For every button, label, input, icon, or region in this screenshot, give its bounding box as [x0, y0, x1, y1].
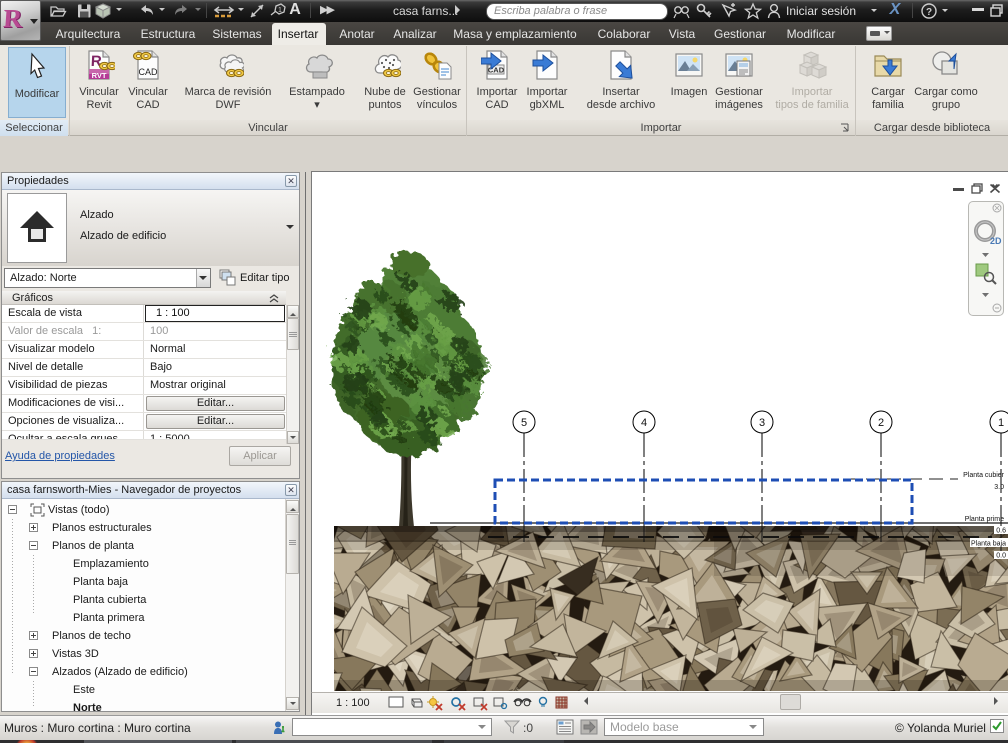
svg-text:CAD: CAD	[138, 67, 158, 77]
svg-text:4: 4	[641, 417, 647, 429]
svg-text:0.0: 0.0	[996, 553, 1006, 560]
svg-text:RVT: RVT	[92, 71, 107, 80]
svg-text:1: 1	[998, 417, 1004, 429]
svg-text:2: 2	[878, 417, 884, 429]
svg-text:Planta baja: Planta baja	[971, 541, 1006, 548]
svg-text:5: 5	[521, 417, 527, 429]
svg-text:?: ?	[926, 7, 932, 18]
svg-text:0.6: 0.6	[996, 528, 1006, 535]
svg-text:1: 1	[278, 7, 282, 14]
svg-text:3.0: 3.0	[994, 484, 1004, 491]
svg-text:3: 3	[759, 417, 765, 429]
svg-text:Planta cubier: Planta cubier	[963, 472, 1005, 479]
svg-text:CAD: CAD	[488, 66, 505, 75]
svg-text:Planta prime: Planta prime	[965, 516, 1004, 523]
